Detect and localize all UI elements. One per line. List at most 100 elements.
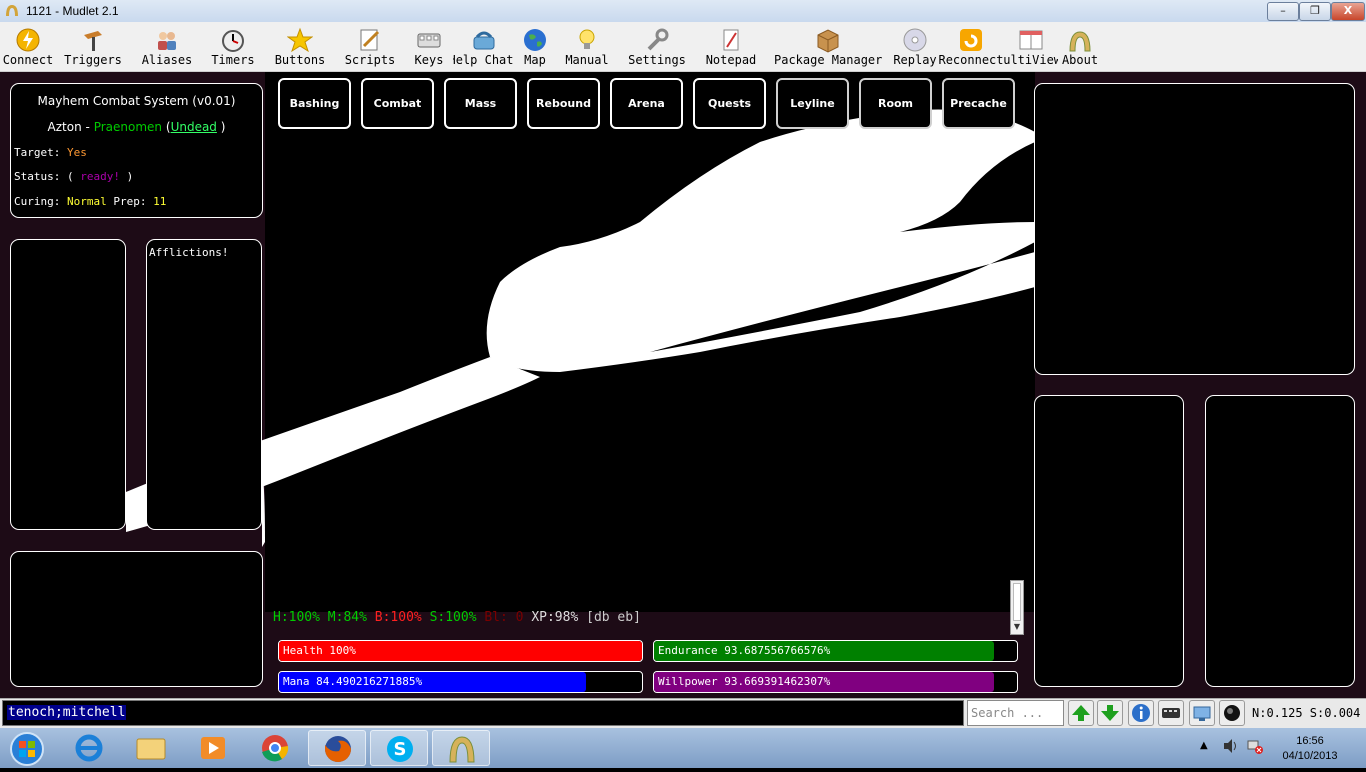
combat-button[interactable]: Combat — [361, 78, 434, 129]
mana-bar-label: Mana 84.490216271885% — [283, 675, 423, 688]
afflictions-panel: Afflictions! — [146, 239, 262, 530]
help-chat-icon — [473, 31, 495, 50]
taskbar-media-player[interactable] — [184, 730, 242, 766]
start-button[interactable] — [0, 730, 54, 766]
taskbar-firefox[interactable] — [308, 730, 366, 766]
game-prompt: H:100% M:84% B:100% S:100% Bl: 0 XP:98% … — [273, 610, 641, 625]
speaker-icon — [1224, 739, 1236, 753]
manual-button[interactable]: Manual — [562, 25, 612, 69]
scroll-down-arrow-icon[interactable]: ▼ — [1011, 622, 1023, 634]
quests-button[interactable]: Quests — [693, 78, 766, 129]
keyboard-button[interactable] — [1158, 700, 1184, 726]
leyline-button[interactable]: Leyline — [776, 78, 849, 129]
scroll-down-button[interactable] — [1097, 700, 1123, 726]
command-input[interactable]: tenoch;mitchell — [2, 700, 964, 726]
network-tray-icon[interactable] — [1246, 738, 1264, 758]
tray-expand-icon[interactable]: ▲ — [1200, 740, 1208, 751]
window-title: 1121 - Mudlet 2.1 — [26, 4, 119, 18]
notepad-icon — [723, 29, 739, 51]
firefox-icon — [325, 736, 351, 762]
help-chat-button[interactable]: Help Chat — [453, 25, 515, 69]
emergency-stop-button[interactable] — [1219, 700, 1245, 726]
main-toolbar: Connect Triggers Aliases Timers Buttons … — [0, 22, 1366, 72]
prompt-mana: M:84% — [327, 610, 367, 625]
record-icon — [1224, 705, 1240, 721]
clock-time: 16:56 — [1296, 735, 1324, 747]
mayhem-status-panel: Mayhem Combat System (v0.01) Azton - Pra… — [10, 83, 263, 218]
scripts-icon — [360, 29, 380, 51]
precache-button[interactable]: Precache — [942, 78, 1015, 129]
scroll-up-button[interactable] — [1068, 700, 1094, 726]
folder-icon — [136, 738, 166, 760]
mana-bar: Mana 84.490216271885% — [278, 671, 643, 693]
keys-button[interactable]: Keys — [410, 25, 448, 69]
windows-start-icon — [10, 732, 44, 766]
network-disconnected-icon — [1247, 740, 1263, 754]
mudlet-icon — [449, 736, 475, 763]
taskbar-mudlet[interactable] — [432, 730, 490, 766]
reconnect-icon — [960, 29, 982, 51]
right-bottom-right-panel — [1205, 395, 1355, 687]
down-arrow-icon — [1101, 705, 1119, 721]
lock-scroll-button[interactable] — [1189, 700, 1215, 726]
close-button[interactable]: X — [1331, 2, 1365, 21]
status-value: ready! — [80, 170, 120, 183]
prompt-bleeding: Bl: 0 — [484, 610, 524, 625]
willpower-bar-label: Willpower 93.669391462307% — [658, 675, 831, 688]
title-bar: 1121 - Mudlet 2.1 – ❐ X — [0, 0, 1366, 22]
multiview-button[interactable]: MultiView — [1004, 25, 1058, 69]
manual-icon — [579, 29, 595, 49]
prompt-health: H:100% — [273, 610, 320, 625]
buttons-button[interactable]: Buttons — [272, 25, 328, 69]
taskbar-chrome[interactable] — [246, 730, 304, 766]
chrome-icon — [262, 735, 289, 762]
rebound-button[interactable]: Rebound — [527, 78, 600, 129]
right-top-panel — [1034, 83, 1355, 375]
package-manager-button[interactable]: Package Manager — [774, 25, 882, 69]
scrollbar-thumb[interactable] — [1013, 583, 1021, 621]
right-bottom-left-panel — [1034, 395, 1184, 687]
about-button[interactable]: About — [1060, 25, 1100, 69]
console-scrollbar[interactable]: ▼ — [1010, 580, 1024, 635]
minimize-button[interactable]: – — [1267, 2, 1299, 21]
search-input[interactable]: Search ... — [967, 700, 1064, 726]
prompt-xp: XP:98% — [531, 610, 579, 625]
system-clock[interactable]: 16:56 04/10/2013 — [1270, 734, 1350, 764]
timers-button[interactable]: Timers — [208, 25, 258, 69]
taskbar-explorer[interactable] — [122, 730, 180, 766]
map-button[interactable]: Map — [518, 25, 552, 69]
taskbar-ie[interactable] — [60, 730, 118, 766]
mayhem-title: Mayhem Combat System (v0.01) — [37, 94, 236, 108]
connect-button[interactable]: Connect — [2, 25, 54, 69]
mass-button[interactable]: Mass — [444, 78, 517, 129]
arena-button[interactable]: Arena — [610, 78, 683, 129]
taskbar-skype[interactable]: S — [370, 730, 428, 766]
settings-button[interactable]: Settings — [626, 25, 688, 69]
character-class: Praenomen — [93, 120, 163, 134]
replay-button[interactable]: Replay — [892, 25, 938, 69]
timers-icon — [222, 30, 244, 52]
info-button[interactable] — [1128, 700, 1154, 726]
health-bar-label: Health 100% — [283, 644, 356, 657]
maximize-button[interactable]: ❐ — [1299, 2, 1331, 21]
info-icon — [1132, 704, 1150, 722]
prep-value: 11 — [153, 195, 167, 208]
triggers-button[interactable]: Triggers — [62, 25, 124, 69]
prompt-spirit: S:100% — [429, 610, 477, 625]
scripts-button[interactable]: Scripts — [342, 25, 398, 69]
multiview-icon — [1019, 30, 1043, 50]
status-row: Status: ( ready! ) — [14, 170, 134, 183]
bottom-left-panel — [10, 551, 263, 687]
volume-icon[interactable] — [1222, 738, 1240, 758]
package-manager-icon — [817, 29, 839, 53]
bashing-button[interactable]: Bashing — [278, 78, 351, 129]
character-race-link[interactable]: Undead — [171, 120, 217, 134]
notepad-button[interactable]: Notepad — [704, 25, 758, 69]
clock-date: 04/10/2013 — [1282, 750, 1338, 762]
skype-icon: S — [387, 736, 413, 762]
willpower-bar: Willpower 93.669391462307% — [653, 671, 1018, 693]
room-button[interactable]: Room — [859, 78, 932, 129]
about-icon — [1069, 31, 1091, 52]
reconnect-button[interactable]: Reconnect — [938, 25, 1004, 69]
aliases-button[interactable]: Aliases — [140, 25, 194, 69]
